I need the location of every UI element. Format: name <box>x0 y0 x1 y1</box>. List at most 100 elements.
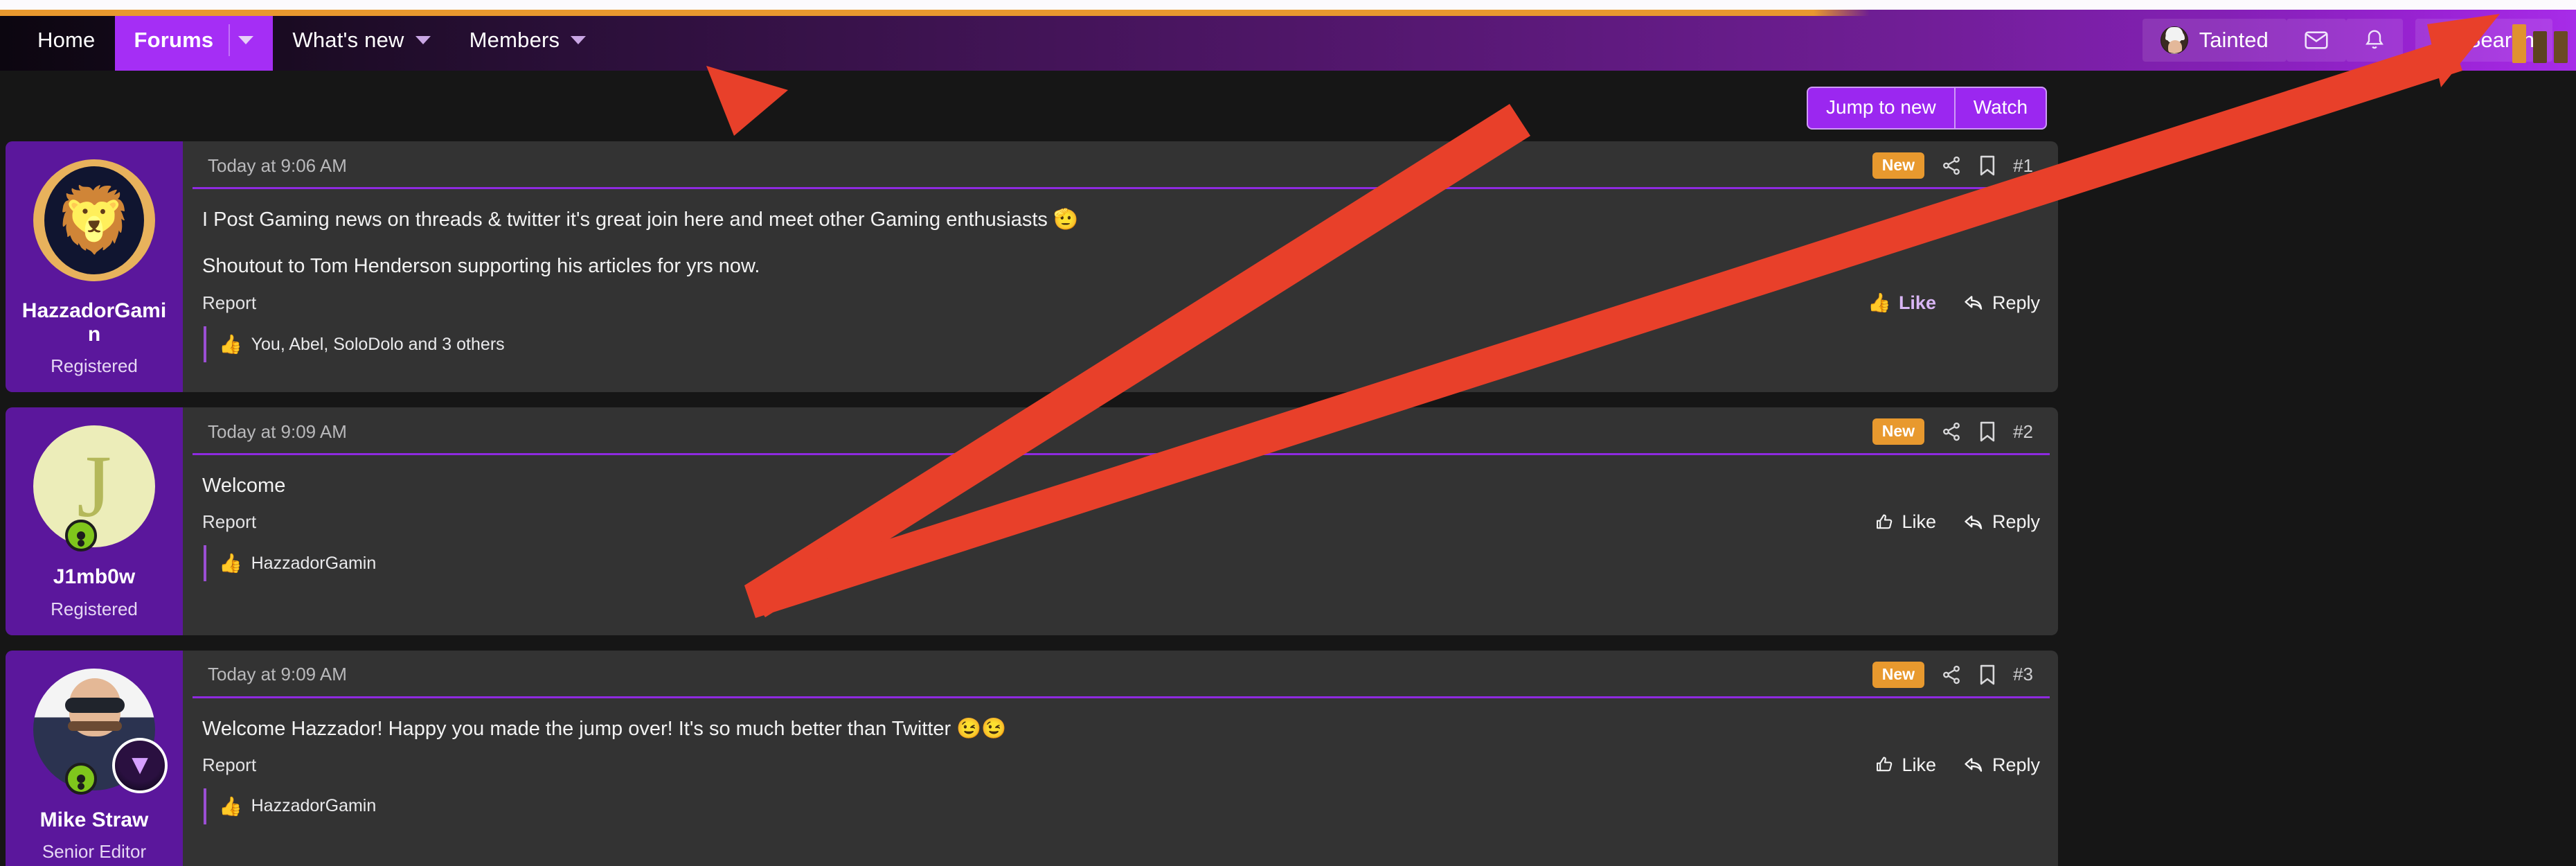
thumbs-up-icon <box>1875 513 1894 532</box>
post-author-sidebar: HazzadorGamin Registered <box>6 141 183 393</box>
online-status-icon <box>65 520 97 552</box>
post-action-buttons: Like Reply <box>1875 754 2040 776</box>
reply-label: Reply <box>1992 292 2040 313</box>
post-paragraph: Welcome Hazzador! Happy you made the jum… <box>202 717 1007 740</box>
avatar-wrapper <box>33 159 155 281</box>
post-content: Welcome Hazzador! Happy you made the jum… <box>183 698 2058 743</box>
share-icon[interactable] <box>1941 421 1962 442</box>
post-timestamp[interactable]: Today at 9:09 AM <box>208 421 347 443</box>
post-author-title: Senior Editor <box>42 841 147 863</box>
likes-summary-text: HazzadorGamin <box>251 553 377 573</box>
report-link[interactable]: Report <box>202 511 256 533</box>
username-label: Tainted <box>2199 28 2269 52</box>
like-label: Like <box>1898 292 1936 313</box>
status-badge: New <box>1872 661 1925 688</box>
thumbs-up-icon: 👍 <box>219 553 242 574</box>
post-number[interactable]: #1 <box>2013 155 2033 177</box>
report-link[interactable]: Report <box>202 292 256 314</box>
bookmark-icon[interactable] <box>1978 664 1996 685</box>
likes-summary-text: You, Abel, SoloDolo and 3 others <box>251 334 505 354</box>
corner-bars-indicator[interactable] <box>2512 24 2568 63</box>
post-likes-summary[interactable]: 👍 You, Abel, SoloDolo and 3 others <box>204 326 2039 363</box>
thumbs-up-icon: 👍 <box>1868 292 1891 314</box>
post-header: Today at 9:06 AM New #1 <box>193 141 2050 189</box>
status-badge: New <box>1872 418 1925 445</box>
bar-2 <box>2533 31 2547 63</box>
inbox-button[interactable] <box>2286 19 2346 62</box>
post-header: Today at 9:09 AM New #3 <box>193 651 2050 698</box>
nav-item-whats-new[interactable]: What's new <box>273 10 449 71</box>
post-content: I Post Gaming news on threads & twitter … <box>183 189 2058 281</box>
browser-top-strip <box>0 0 2576 10</box>
like-button[interactable]: Like <box>1875 511 1936 533</box>
nav-item-forums[interactable]: Forums <box>114 10 274 71</box>
avatar <box>2160 26 2188 54</box>
search-icon <box>2433 29 2456 51</box>
user-account-menu[interactable]: Tainted <box>2142 19 2287 62</box>
chevron-down-icon[interactable] <box>238 36 254 44</box>
envelope-icon <box>2305 30 2328 51</box>
post-number[interactable]: #2 <box>2013 421 2033 443</box>
nav-links: Home Forums What's new Members <box>0 10 605 71</box>
reply-button[interactable]: Reply <box>1964 754 2040 776</box>
post-author-sidebar: J J1mb0w Registered <box>6 407 183 635</box>
post-content: Welcome <box>183 455 2058 500</box>
page-load-progress-bar <box>0 10 1870 16</box>
reply-label: Reply <box>1992 754 2040 775</box>
status-badge: New <box>1872 152 1925 179</box>
reply-button[interactable]: Reply <box>1964 292 2040 314</box>
post-header: Today at 9:09 AM New #2 <box>193 407 2050 456</box>
page-root: HazzadorGamin · Today at 9:06 AM Home Fo… <box>0 0 2576 866</box>
post-author-title: Registered <box>51 598 138 619</box>
avatar[interactable] <box>33 159 155 281</box>
jump-to-new-button[interactable]: Jump to new <box>1807 87 1955 130</box>
post-timestamp[interactable]: Today at 9:09 AM <box>208 664 347 685</box>
post-number[interactable]: #3 <box>2013 664 2033 685</box>
post-actions: Report 👍 Like Reply <box>183 281 2058 321</box>
like-button[interactable]: 👍 Like <box>1868 292 1936 314</box>
post-main: Today at 9:09 AM New #2 Welcome Report L… <box>183 407 2058 635</box>
post-likes-summary[interactable]: 👍 HazzadorGamin <box>204 788 2039 824</box>
reply-button[interactable]: Reply <box>1964 511 2040 533</box>
share-icon[interactable] <box>1941 664 1962 685</box>
post-likes-summary[interactable]: 👍 HazzadorGamin <box>204 545 2039 582</box>
nav-divider <box>229 24 231 56</box>
like-label: Like <box>1902 511 1936 533</box>
post-author-name[interactable]: Mike Straw <box>40 808 149 832</box>
share-icon[interactable] <box>1941 155 1962 176</box>
reply-arrow-icon <box>1964 756 1985 774</box>
nav-item-home[interactable]: Home <box>18 10 115 71</box>
post-paragraph: Shoutout to Tom Henderson supporting his… <box>202 255 760 278</box>
like-button[interactable]: Like <box>1875 754 1936 776</box>
post-action-buttons: 👍 Like Reply <box>1868 292 2040 314</box>
main-navigation-bar: Home Forums What's new Members Tainted S… <box>0 10 2576 71</box>
report-link[interactable]: Report <box>202 754 256 776</box>
watch-thread-button[interactable]: Watch <box>1954 87 2048 130</box>
thumbs-up-icon: 👍 <box>219 334 242 355</box>
thumbs-up-icon: 👍 <box>219 795 242 817</box>
bookmark-icon[interactable] <box>1978 155 1996 176</box>
post-author-name[interactable]: J1mb0w <box>53 565 135 589</box>
nav-item-label: What's new <box>292 28 404 52</box>
post-author-sidebar: ▼ Mike Straw Senior Editor Staff member <box>6 650 183 866</box>
bookmark-icon[interactable] <box>1978 421 1996 442</box>
chevron-down-icon[interactable] <box>415 36 431 44</box>
nav-item-members[interactable]: Members <box>450 10 606 71</box>
likes-summary-text: HazzadorGamin <box>251 796 377 816</box>
bar-1 <box>2512 24 2526 63</box>
avatar-wrapper: J <box>33 425 155 552</box>
thumbs-up-icon <box>1875 755 1894 775</box>
reply-label: Reply <box>1992 511 2040 533</box>
post-main: Today at 9:06 AM New #1 I Post Gaming ne… <box>183 141 2058 392</box>
post-timestamp[interactable]: Today at 9:06 AM <box>208 155 347 177</box>
post-author-name[interactable]: HazzadorGamin <box>20 299 169 346</box>
post-author-title: Registered <box>51 355 138 377</box>
chevron-down-icon[interactable] <box>571 36 587 44</box>
alerts-button[interactable] <box>2345 19 2403 62</box>
nav-item-label: Home <box>37 28 96 52</box>
avatar-wrapper: ▼ <box>33 668 168 795</box>
nav-item-label: Forums <box>134 28 214 52</box>
reply-arrow-icon <box>1964 294 1985 312</box>
post-header-tools: New #2 <box>1872 418 2033 445</box>
